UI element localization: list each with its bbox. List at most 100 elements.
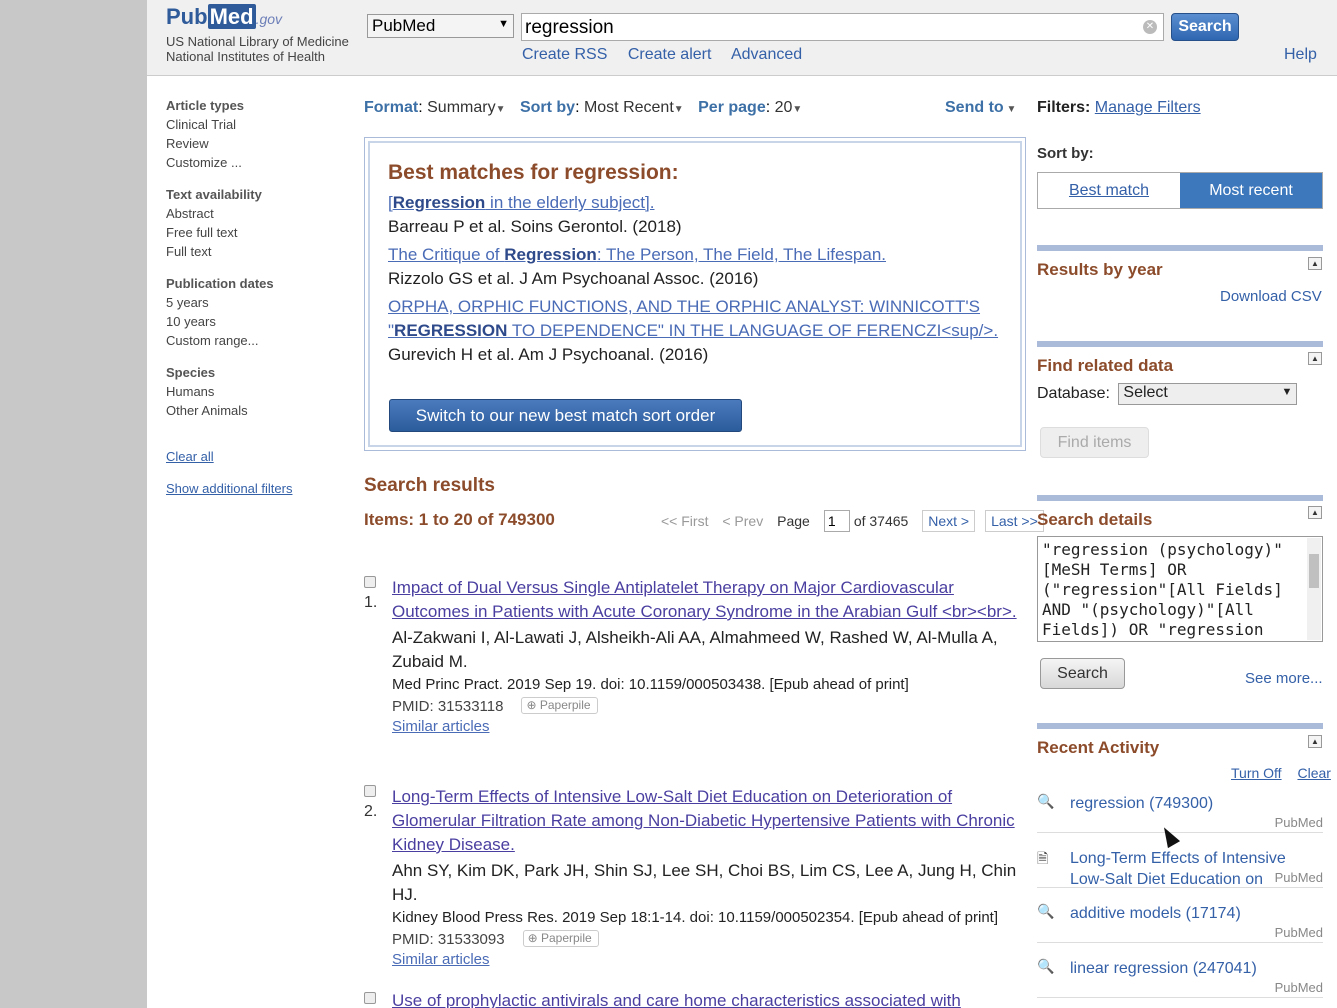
similar-articles-link[interactable]: Similar articles — [392, 718, 1026, 735]
caret-down-icon: ▼ — [673, 104, 684, 115]
search-sublinks: Create RSS Create alert Advanced — [522, 46, 818, 64]
result-source: Med Princ Pract. 2019 Sep 19. doi: 10.11… — [392, 676, 909, 693]
filter-group-title: Text availability — [166, 187, 262, 202]
portlet-divider — [1037, 723, 1323, 729]
advanced-link[interactable]: Advanced — [731, 46, 802, 63]
related-database-select[interactable]: Select ▼ — [1118, 383, 1298, 405]
sort-most-recent-tab[interactable]: Most recent — [1180, 173, 1322, 208]
manage-filters-link[interactable]: Manage Filters — [1095, 99, 1201, 116]
next-page-button[interactable]: Next > — [922, 510, 976, 532]
page-number-input[interactable] — [823, 510, 850, 532]
details-search-button[interactable]: Search — [1040, 658, 1125, 689]
result-checkbox[interactable] — [364, 992, 376, 1004]
search-button[interactable]: Search — [1171, 13, 1239, 41]
items-count: Items: 1 to 20 of 749300 — [364, 510, 555, 529]
pubmed-logo[interactable]: PubMed .gov — [166, 4, 282, 30]
filter-sidebar: Article types Clinical Trial Review Cust… — [166, 96, 356, 498]
find-items-button[interactable]: Find items — [1040, 427, 1149, 458]
portlet-divider — [1037, 245, 1323, 251]
result-item: 2. Long-Term Effects of Intensive Low-Sa… — [364, 785, 1026, 968]
first-page-link: << First — [661, 513, 709, 529]
scrollbar[interactable] — [1307, 538, 1321, 640]
result-pmid: PMID: 31533118 — [392, 698, 504, 715]
document-icon: 🗎 — [1037, 850, 1049, 866]
display-settings: Format: Summary▼ Sort by: Most Recent▼ P… — [364, 99, 812, 117]
switch-sort-button[interactable]: Switch to our new best match sort order — [389, 399, 742, 432]
result-pmid: PMID: 31533093 — [392, 931, 505, 948]
paperpile-button[interactable]: ⊕ Paperpile — [521, 697, 598, 714]
clear-link[interactable]: Clear — [1297, 765, 1330, 781]
create-rss-link[interactable]: Create RSS — [522, 46, 607, 63]
see-more-link[interactable]: See more... — [1245, 670, 1323, 687]
sort-dropdown[interactable]: Sort by: Most Recent▼ — [520, 99, 694, 116]
best-match-link[interactable]: The Critique of Regression: The Person, … — [388, 243, 1002, 267]
search-input[interactable]: regression ✕ — [521, 13, 1164, 41]
collapse-toggle-icon[interactable]: ▲ — [1308, 735, 1322, 748]
result-source: Kidney Blood Press Res. 2019 Sep 18:1-14… — [392, 909, 998, 926]
collapse-toggle-icon[interactable]: ▲ — [1308, 352, 1322, 365]
filter-clinical-trial[interactable]: Clinical Trial — [166, 115, 356, 134]
filter-group-title: Publication dates — [166, 276, 274, 291]
filter-humans[interactable]: Humans — [166, 382, 356, 401]
caret-down-icon: ▼ — [495, 104, 506, 115]
activity-item[interactable]: 🔍 linear regression (247041) PubMed — [1037, 958, 1323, 998]
filter-review[interactable]: Review — [166, 134, 356, 153]
collapse-toggle-icon[interactable]: ▲ — [1308, 506, 1322, 519]
best-matches-box: Best matches for regression: [Regression… — [364, 137, 1026, 451]
last-page-button[interactable]: Last >> — [985, 510, 1044, 532]
best-matches-title: Best matches for regression: — [388, 161, 679, 184]
filter-10-years[interactable]: 10 years — [166, 312, 356, 331]
best-match-citation: Barreau P et al. Soins Gerontol. (2018) — [388, 217, 682, 236]
send-to-dropdown[interactable]: Send to ▼ — [945, 99, 1016, 117]
recent-activity-links: Turn Off Clear — [1219, 765, 1331, 781]
search-icon: 🔍 — [1037, 958, 1055, 974]
result-title-link[interactable]: Long-Term Effects of Intensive Low-Salt … — [392, 785, 1026, 857]
best-match-link[interactable]: ORPHA, ORPHIC FUNCTIONS, AND THE ORPHIC … — [388, 295, 1002, 343]
search-details-title: Search details — [1037, 510, 1153, 529]
search-details-textarea[interactable]: "regression (psychology)" [MeSH Terms] O… — [1037, 536, 1323, 642]
clear-search-icon[interactable]: ✕ — [1143, 20, 1157, 34]
activity-item[interactable]: 🗎 Long-Term Effects of Intensive Low-Sal… — [1037, 848, 1323, 888]
portlet-divider — [1037, 495, 1323, 501]
result-authors: Ahn SY, Kim DK, Park JH, Shin SJ, Lee SH… — [392, 861, 1017, 904]
activity-item[interactable]: 🔍 additive models (17174) PubMed — [1037, 903, 1323, 943]
filter-custom-range[interactable]: Custom range... — [166, 331, 356, 350]
search-icon: 🔍 — [1037, 793, 1055, 809]
caret-down-icon: ▼ — [792, 104, 803, 115]
filter-group-title: Article types — [166, 98, 245, 113]
show-additional-filters-link[interactable]: Show additional filters — [166, 479, 356, 498]
result-title-link[interactable]: Use of prophylactic antivirals and care … — [392, 992, 1026, 1008]
result-checkbox[interactable] — [364, 576, 376, 588]
best-match-link[interactable]: [Regression in the elderly subject]. — [388, 191, 1002, 215]
best-match-citation: Gurevich H et al. Am J Psychoanal. (2016… — [388, 345, 709, 364]
filter-5-years[interactable]: 5 years — [166, 293, 356, 312]
filter-free-full-text[interactable]: Free full text — [166, 223, 356, 242]
clear-all-link[interactable]: Clear all — [166, 447, 356, 466]
filter-abstract[interactable]: Abstract — [166, 204, 356, 223]
result-checkbox[interactable] — [364, 785, 376, 797]
similar-articles-link[interactable]: Similar articles — [392, 951, 1026, 968]
turn-off-link[interactable]: Turn Off — [1231, 765, 1282, 781]
search-icon: 🔍 — [1037, 903, 1055, 919]
database-row: Database: Select ▼ — [1037, 383, 1298, 405]
database-select[interactable]: PubMed ▼ — [367, 14, 514, 38]
nlm-text: US National Library of Medicine National… — [166, 34, 349, 64]
result-item: 1. Impact of Dual Versus Single Antiplat… — [364, 576, 1026, 735]
filter-other-animals[interactable]: Other Animals — [166, 401, 356, 420]
filter-full-text[interactable]: Full text — [166, 242, 356, 261]
activity-item[interactable]: 🔍 regression (749300) PubMed — [1037, 793, 1323, 833]
header: PubMed .gov US National Library of Medici… — [147, 0, 1337, 76]
download-csv-link[interactable]: Download CSV — [1220, 288, 1322, 305]
pager: << First < Prev Pageof 37465 Next >Last … — [661, 510, 1054, 532]
sort-best-match-tab[interactable]: Best match — [1038, 173, 1180, 208]
collapse-toggle-icon[interactable]: ▲ — [1308, 257, 1322, 270]
create-alert-link[interactable]: Create alert — [628, 46, 712, 63]
portlet-divider — [1037, 341, 1323, 347]
help-link[interactable]: Help — [1284, 46, 1317, 64]
format-dropdown[interactable]: Format: Summary▼ — [364, 99, 515, 116]
per-page-dropdown[interactable]: Per page: 20▼ — [698, 99, 812, 116]
result-title-link[interactable]: Impact of Dual Versus Single Antiplatele… — [392, 576, 1026, 624]
prev-page-link: < Prev — [722, 513, 764, 529]
paperpile-button[interactable]: ⊕ Paperpile — [522, 930, 599, 947]
filter-customize[interactable]: Customize ... — [166, 153, 356, 172]
